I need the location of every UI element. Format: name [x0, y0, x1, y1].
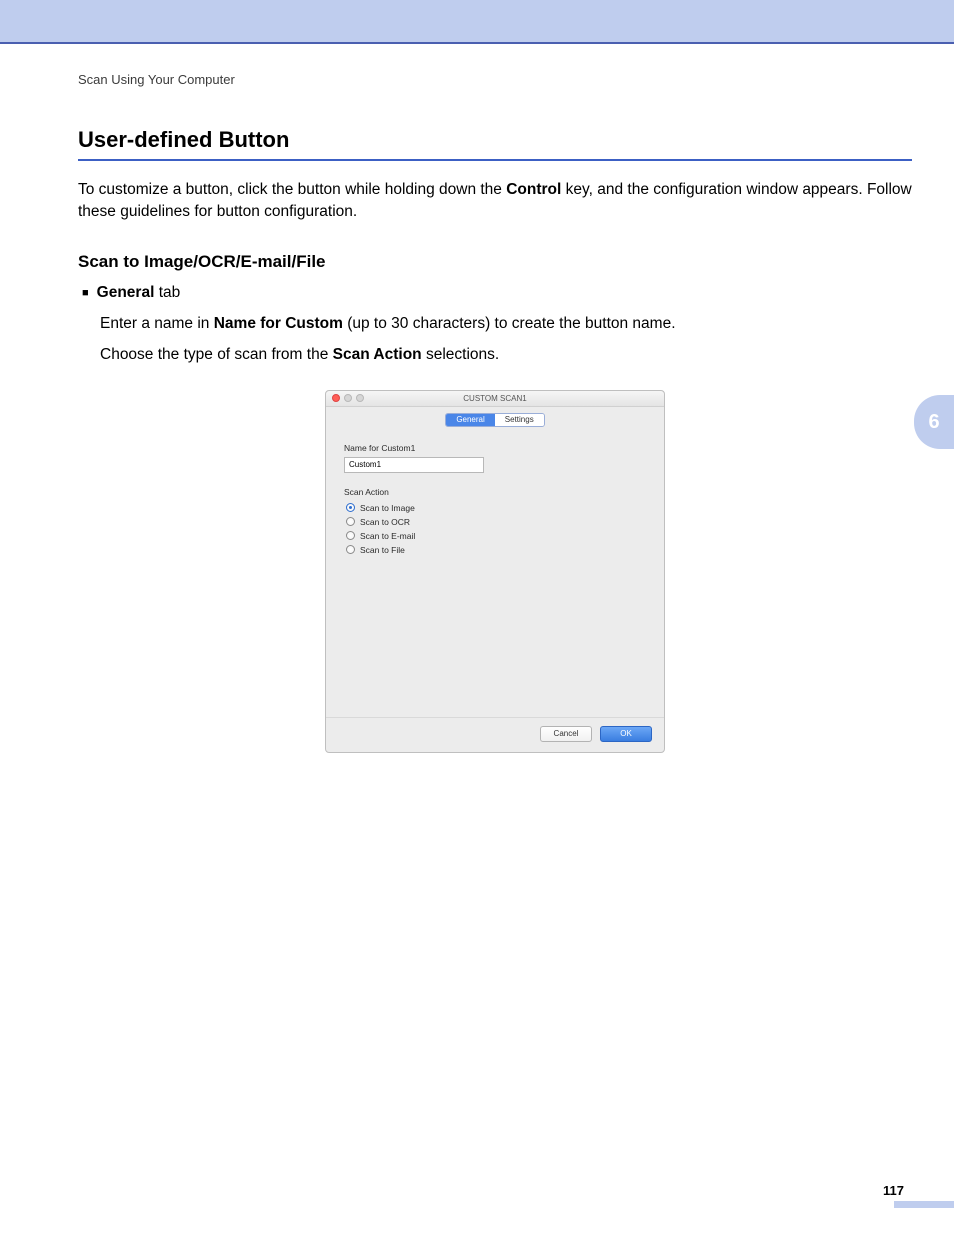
square-bullet-icon: ■ — [82, 287, 89, 299]
name-for-custom-label: Name for Custom1 — [344, 443, 646, 453]
radio-label: Scan to OCR — [360, 517, 410, 527]
dialog-title: CUSTOM SCAN1 — [463, 394, 526, 403]
segmented-control: General Settings — [445, 413, 544, 427]
intro-prefix: To customize a button, click the button … — [78, 181, 506, 198]
custom-scan-dialog: CUSTOM SCAN1 General Settings Name for C… — [325, 390, 665, 753]
l2-prefix: Choose the type of scan from the — [100, 346, 333, 363]
scan-action-label: Scan Action — [344, 487, 646, 497]
radio-label: Scan to E-mail — [360, 531, 415, 541]
page-footer: 117 — [0, 1183, 954, 1213]
footer-accent-bar — [894, 1201, 954, 1208]
title-rule — [78, 159, 912, 161]
cancel-button[interactable]: Cancel — [540, 726, 592, 742]
breadcrumb: Scan Using Your Computer — [78, 72, 912, 87]
radio-scan-to-image[interactable]: Scan to Image — [346, 503, 646, 513]
close-icon[interactable] — [332, 394, 340, 402]
radio-icon — [346, 531, 355, 540]
radio-scan-to-email[interactable]: Scan to E-mail — [346, 531, 646, 541]
section-heading: Scan to Image/OCR/E-mail/File — [78, 252, 912, 272]
tab-segmented-control: General Settings — [326, 413, 664, 427]
bullet-text: General tab — [97, 284, 181, 302]
tab-general[interactable]: General — [446, 414, 494, 426]
radio-label: Scan to File — [360, 545, 405, 555]
intro-bold: Control — [506, 181, 561, 198]
dialog-body: Name for Custom1 Scan Action Scan to Ima… — [326, 437, 664, 717]
radio-icon — [346, 545, 355, 554]
name-for-custom-input[interactable] — [344, 457, 484, 473]
l2-suffix: selections. — [422, 346, 500, 363]
instruction-line-1: Enter a name in Name for Custom (up to 3… — [100, 312, 912, 337]
dialog-footer: Cancel OK — [326, 717, 664, 752]
dialog-titlebar: CUSTOM SCAN1 — [326, 391, 664, 407]
tab-settings[interactable]: Settings — [495, 414, 544, 426]
page-number: 117 — [883, 1183, 904, 1198]
intro-paragraph: To customize a button, click the button … — [78, 179, 912, 224]
radio-icon — [346, 517, 355, 526]
window-controls — [332, 394, 364, 402]
header-band — [0, 0, 954, 44]
l1-prefix: Enter a name in — [100, 315, 214, 332]
radio-icon — [346, 503, 355, 512]
radio-scan-to-file[interactable]: Scan to File — [346, 545, 646, 555]
bullet-item: ■ General tab — [82, 284, 912, 302]
maximize-icon[interactable] — [356, 394, 364, 402]
bullet-rest: tab — [154, 284, 180, 301]
page-title: User-defined Button — [78, 127, 912, 153]
ok-button[interactable]: OK — [600, 726, 652, 742]
bullet-bold: General — [97, 284, 155, 301]
radio-scan-to-ocr[interactable]: Scan to OCR — [346, 517, 646, 527]
instruction-line-2: Choose the type of scan from the Scan Ac… — [100, 343, 912, 368]
l1-suffix: (up to 30 characters) to create the butt… — [343, 315, 676, 332]
l2-bold: Scan Action — [333, 346, 422, 363]
minimize-icon[interactable] — [344, 394, 352, 402]
l1-bold: Name for Custom — [214, 315, 343, 332]
radio-label: Scan to Image — [360, 503, 415, 513]
page-content: Scan Using Your Computer User-defined Bu… — [0, 44, 954, 753]
dialog-figure: CUSTOM SCAN1 General Settings Name for C… — [78, 390, 912, 753]
